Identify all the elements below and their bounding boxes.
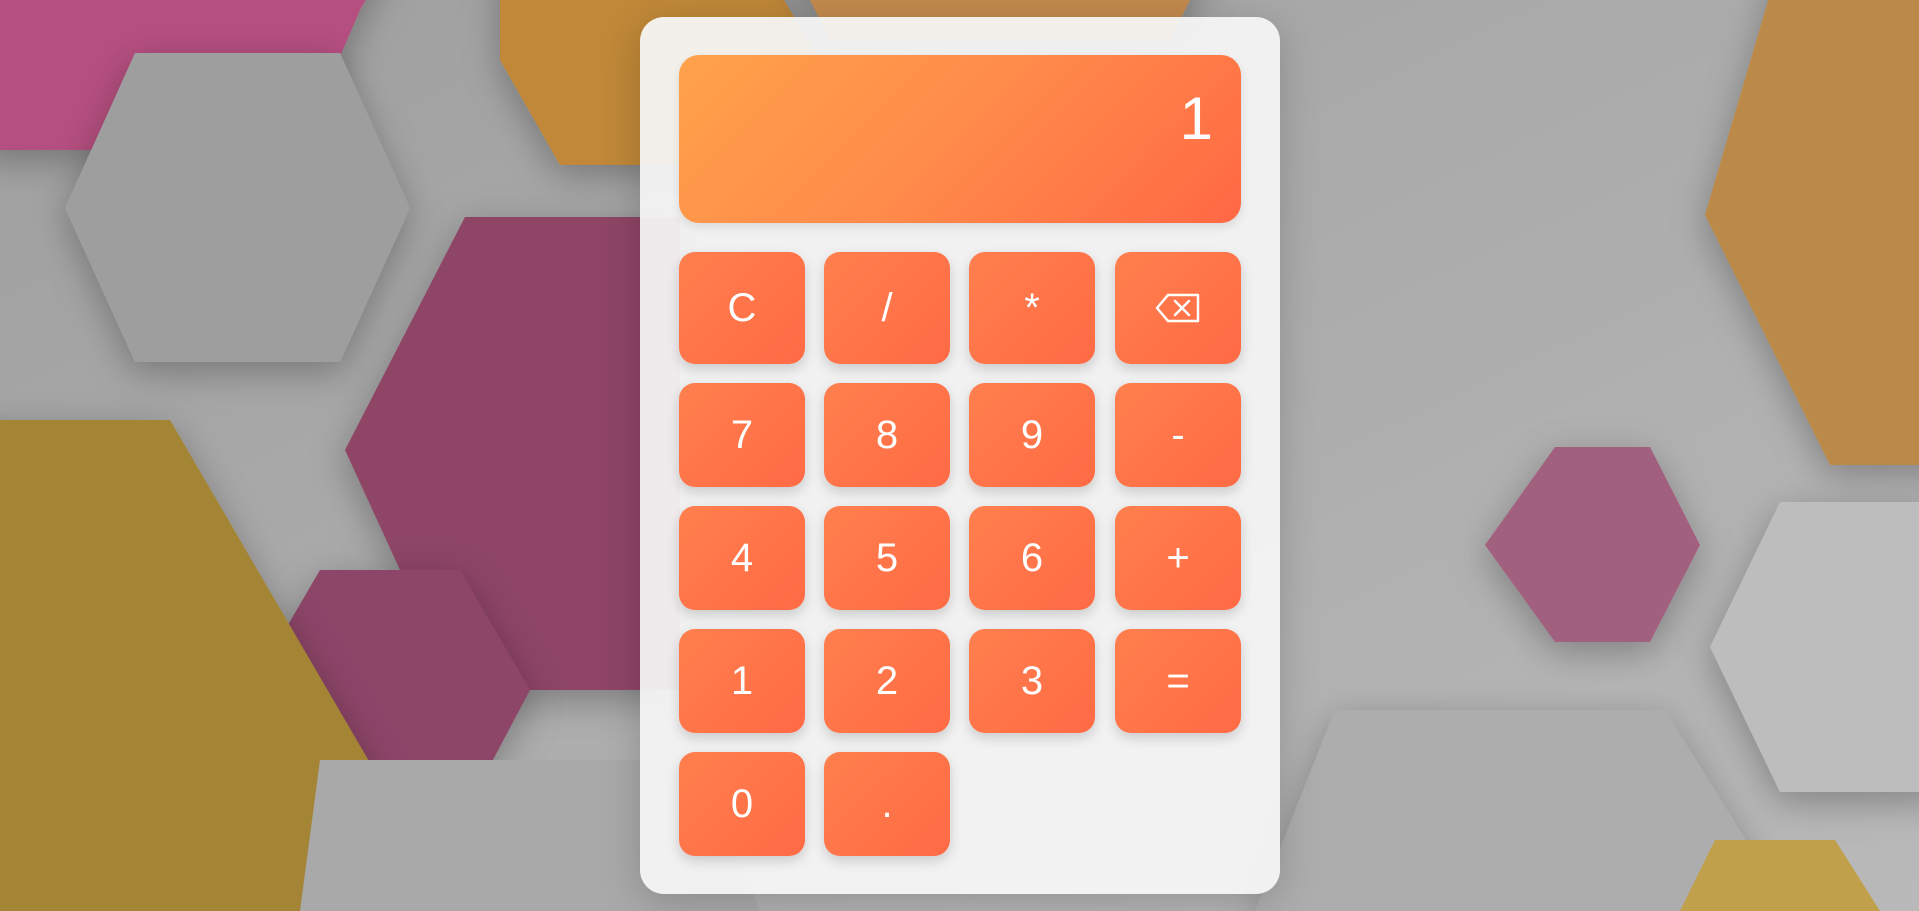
five-label: 5	[875, 536, 899, 580]
seven-button[interactable]: 7	[679, 383, 805, 487]
equals-button[interactable]: =	[1115, 629, 1241, 733]
minus-label: -	[1171, 413, 1185, 457]
one-label: 1	[730, 659, 754, 703]
calculator-display: 1	[679, 55, 1241, 223]
two-label: 2	[875, 659, 899, 703]
display-value: 1	[1179, 85, 1213, 152]
nine-button[interactable]: 9	[969, 383, 1095, 487]
decimal-label: .	[881, 782, 893, 826]
four-label: 4	[730, 536, 754, 580]
two-button[interactable]: 2	[824, 629, 950, 733]
four-button[interactable]: 4	[679, 506, 805, 610]
calculator-panel: 1 C / * 7 8 9 - 4 5 6 + 1 2 3 = 0 .	[640, 17, 1280, 894]
plus-label: +	[1166, 536, 1190, 580]
clear-label: C	[727, 286, 757, 330]
zero-label: 0	[730, 782, 754, 826]
seven-label: 7	[730, 413, 754, 457]
backspace-icon	[1155, 293, 1200, 323]
multiply-button[interactable]: *	[969, 252, 1095, 364]
decimal-button[interactable]: .	[824, 752, 950, 856]
three-label: 3	[1020, 659, 1044, 703]
hexagon-shape	[65, 53, 410, 362]
five-button[interactable]: 5	[824, 506, 950, 610]
one-button[interactable]: 1	[679, 629, 805, 733]
divide-button[interactable]: /	[824, 252, 950, 364]
three-button[interactable]: 3	[969, 629, 1095, 733]
eight-label: 8	[875, 413, 899, 457]
divide-label: /	[881, 286, 893, 330]
clear-button[interactable]: C	[679, 252, 805, 364]
eight-button[interactable]: 8	[824, 383, 950, 487]
multiply-label: *	[1024, 286, 1040, 330]
backspace-button[interactable]	[1115, 252, 1241, 364]
minus-button[interactable]: -	[1115, 383, 1241, 487]
six-label: 6	[1020, 536, 1044, 580]
plus-button[interactable]: +	[1115, 506, 1241, 610]
equals-label: =	[1166, 659, 1190, 703]
six-button[interactable]: 6	[969, 506, 1095, 610]
nine-label: 9	[1020, 413, 1044, 457]
zero-button[interactable]: 0	[679, 752, 805, 856]
